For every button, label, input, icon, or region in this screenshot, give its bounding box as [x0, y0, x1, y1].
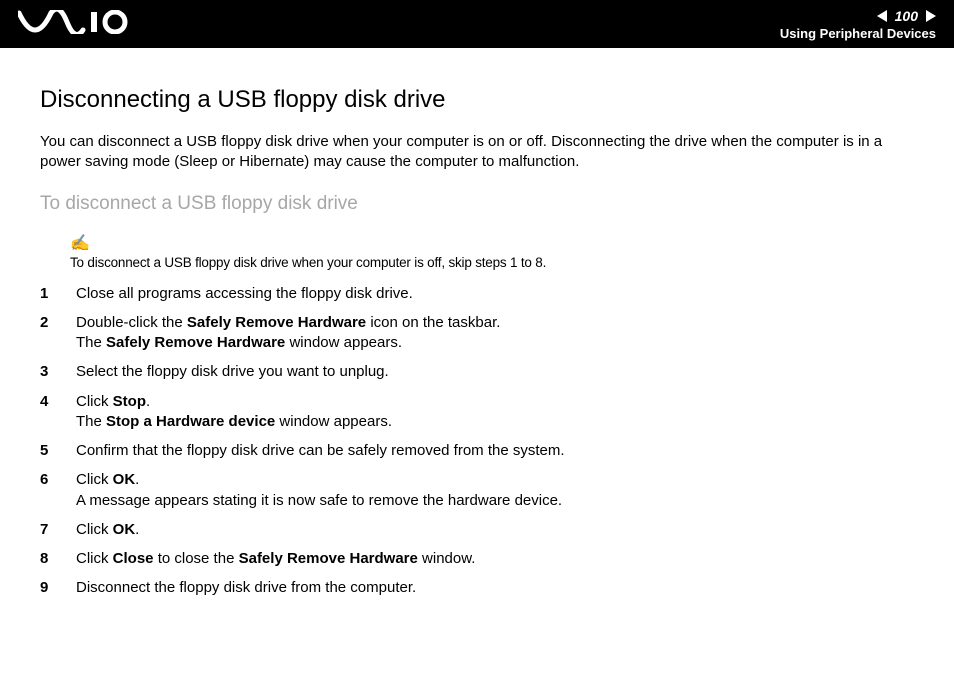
intro-paragraph: You can disconnect a USB floppy disk dri… [40, 132, 914, 173]
step-body: Click Close to close the Safely Remove H… [76, 549, 914, 569]
step-row: 2Double-click the Safely Remove Hardware… [40, 313, 914, 354]
page-navigator: 100 [877, 8, 936, 24]
steps-list: 1Close all programs accessing the floppy… [40, 284, 914, 599]
next-page-arrow-icon[interactable] [926, 10, 936, 22]
vaio-logo-svg [18, 10, 128, 34]
step-body: Disconnect the floppy disk drive from th… [76, 578, 914, 598]
step-body: Close all programs accessing the floppy … [76, 284, 914, 304]
page-number: 100 [895, 8, 918, 24]
step-body: Click OK.A message appears stating it is… [76, 470, 914, 511]
step-body: Click Stop.The Stop a Hardware device wi… [76, 392, 914, 433]
step-body: Double-click the Safely Remove Hardware … [76, 313, 914, 354]
step-number: 2 [40, 313, 76, 354]
step-number: 8 [40, 549, 76, 569]
step-row: 7Click OK. [40, 520, 914, 540]
pencil-note-icon: ✍ [70, 233, 914, 253]
step-number: 4 [40, 392, 76, 433]
step-body: Select the floppy disk drive you want to… [76, 362, 914, 382]
step-row: 6Click OK.A message appears stating it i… [40, 470, 914, 511]
step-number: 1 [40, 284, 76, 304]
step-row: 3Select the floppy disk drive you want t… [40, 362, 914, 382]
step-number: 3 [40, 362, 76, 382]
step-body: Click OK. [76, 520, 914, 540]
step-number: 7 [40, 520, 76, 540]
note-block: ✍ To disconnect a USB floppy disk drive … [70, 233, 914, 270]
step-number: 9 [40, 578, 76, 598]
note-text: To disconnect a USB floppy disk drive wh… [70, 255, 914, 270]
header-bar: 100 Using Peripheral Devices [0, 0, 954, 48]
page-content: Disconnecting a USB floppy disk drive Yo… [0, 48, 954, 599]
prev-page-arrow-icon[interactable] [877, 10, 887, 22]
section-title: Using Peripheral Devices [780, 26, 936, 41]
step-number: 5 [40, 441, 76, 461]
header-right: 100 Using Peripheral Devices [780, 8, 936, 41]
step-row: 5Confirm that the floppy disk drive can … [40, 441, 914, 461]
step-row: 1Close all programs accessing the floppy… [40, 284, 914, 304]
step-row: 9Disconnect the floppy disk drive from t… [40, 578, 914, 598]
subtitle: To disconnect a USB floppy disk drive [40, 193, 914, 215]
step-number: 6 [40, 470, 76, 511]
page-title: Disconnecting a USB floppy disk drive [40, 86, 914, 114]
step-body: Confirm that the floppy disk drive can b… [76, 441, 914, 461]
step-row: 4Click Stop.The Stop a Hardware device w… [40, 392, 914, 433]
step-row: 8Click Close to close the Safely Remove … [40, 549, 914, 569]
vaio-logo [18, 10, 128, 38]
